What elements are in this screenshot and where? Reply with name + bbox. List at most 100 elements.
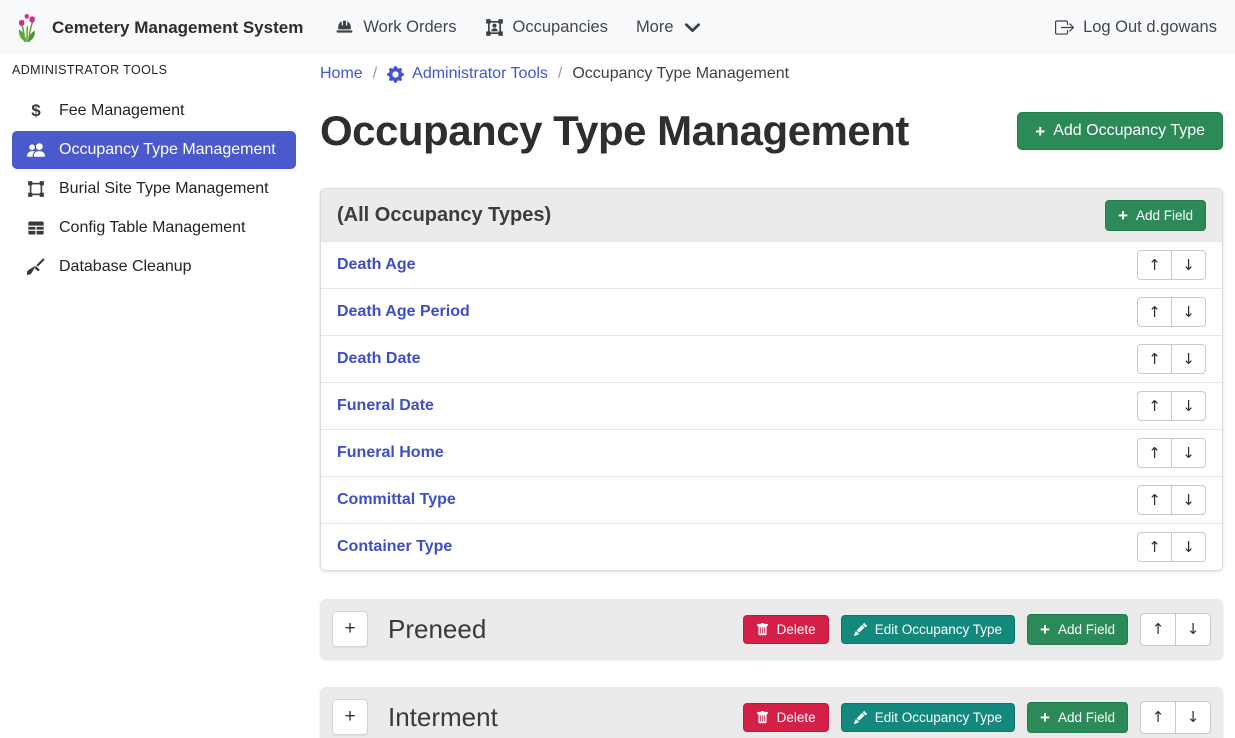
nav-item-work-orders[interactable]: Work Orders (321, 18, 470, 37)
up-arrow-icon: ↑ (1152, 620, 1165, 638)
expand-section-button[interactable]: + (332, 699, 368, 735)
breadcrumb-admin-tools-label: Administrator Tools (412, 65, 548, 83)
move-down-button[interactable]: ↓ (1175, 613, 1211, 646)
reorder-group: ↑↓ (1137, 391, 1206, 421)
move-up-button[interactable]: ↑ (1137, 250, 1172, 280)
move-down-button[interactable]: ↓ (1175, 701, 1211, 734)
plus-icon: + (1118, 207, 1128, 224)
field-link[interactable]: Death Date (337, 350, 421, 368)
move-down-button[interactable]: ↓ (1171, 485, 1206, 515)
breadcrumb-separator: / (558, 65, 562, 83)
down-arrow-icon: ↓ (1182, 350, 1195, 368)
up-arrow-icon: ↑ (1148, 538, 1161, 556)
edit-occupancy-type-button[interactable]: Edit Occupancy Type (841, 615, 1015, 644)
up-arrow-icon: ↑ (1148, 303, 1161, 321)
down-arrow-icon: ↓ (1182, 538, 1195, 556)
app-title: Cemetery Management System (52, 18, 303, 38)
field-row-funeral-date: Funeral Date ↑↓ (321, 382, 1222, 429)
down-arrow-icon: ↓ (1182, 491, 1195, 509)
logout-label: Log Out d.gowans (1083, 18, 1217, 37)
gear-icon (387, 66, 404, 83)
move-up-button[interactable]: ↑ (1137, 485, 1172, 515)
reorder-group: ↑↓ (1137, 485, 1206, 515)
hard-hat-icon (335, 18, 354, 37)
broom-icon (22, 258, 50, 276)
field-link[interactable]: Death Age Period (337, 303, 470, 321)
move-down-button[interactable]: ↓ (1171, 297, 1206, 327)
add-occupancy-type-button[interactable]: + Add Occupancy Type (1017, 112, 1223, 150)
field-row-committal-type: Committal Type↑↓ (321, 476, 1222, 523)
reorder-group: ↑ ↓ (1140, 701, 1211, 734)
section-title: Interment (388, 702, 498, 733)
nav-item-label: Occupancies (513, 18, 608, 37)
trash-icon (756, 623, 769, 636)
sidebar: ADMINISTRATOR TOOLS $Fee Management Occup… (0, 55, 308, 738)
section-title: Preneed (388, 614, 486, 645)
add-field-button[interactable]: + Add Field (1105, 200, 1206, 231)
plus-icon: + (344, 618, 355, 640)
sidebar-item-label: Burial Site Type Management (59, 180, 269, 198)
breadcrumb-admin-tools-link[interactable]: Administrator Tools (387, 65, 548, 83)
field-link[interactable]: Death Age (337, 256, 416, 274)
field-link[interactable]: Container Type (337, 538, 452, 556)
sidebar-item-burial-site-type-management[interactable]: Burial Site Type Management (12, 170, 296, 208)
move-down-button[interactable]: ↓ (1171, 250, 1206, 280)
nav-item-more[interactable]: More (622, 18, 716, 37)
field-row-death-age-period: Death Age Period↑↓ (321, 288, 1222, 335)
move-up-button[interactable]: ↑ (1137, 532, 1172, 562)
field-link[interactable]: Committal Type (337, 491, 456, 509)
occupancies-frame-icon (485, 18, 504, 37)
nav-item-occupancies[interactable]: Occupancies (471, 18, 622, 37)
move-up-button[interactable]: ↑ (1140, 613, 1176, 646)
move-down-button[interactable]: ↓ (1171, 344, 1206, 374)
reorder-group: ↑↓ (1137, 297, 1206, 327)
sidebar-item-config-table-management[interactable]: Config Table Management (12, 209, 296, 247)
sidebar-item-fee-management[interactable]: $Fee Management (12, 92, 296, 130)
pencil-icon (854, 623, 867, 636)
reorder-group: ↑↓ (1137, 438, 1206, 468)
field-row-death-date: Death Date ↑ ↓ (321, 335, 1222, 382)
move-up-button[interactable]: ↑ (1137, 297, 1172, 327)
plus-icon: + (1035, 123, 1045, 140)
sidebar-item-label: Fee Management (59, 102, 184, 120)
page-title: Occupancy Type Management (320, 103, 909, 159)
expand-section-button[interactable]: + (332, 611, 368, 647)
up-arrow-icon: ↑ (1148, 256, 1161, 274)
move-down-button[interactable]: ↓ (1171, 532, 1206, 562)
move-up-button[interactable]: ↑ (1137, 438, 1172, 468)
up-arrow-icon: ↑ (1148, 491, 1161, 509)
logout-link[interactable]: Log Out d.gowans (1041, 18, 1219, 37)
plus-icon: + (344, 706, 355, 728)
breadcrumb-current: Occupancy Type Management (572, 65, 789, 83)
down-arrow-icon: ↓ (1182, 256, 1195, 274)
move-up-button[interactable]: ↑ (1140, 701, 1176, 734)
breadcrumb: Home / Administrator Tools / Occupancy T… (320, 63, 1223, 85)
section-actions: Delete Edit Occupancy Type + Add Field ↑… (743, 701, 1211, 734)
users-icon (22, 141, 50, 159)
sidebar-item-database-cleanup[interactable]: Database Cleanup (12, 248, 296, 286)
reorder-group: ↑↓ (1137, 532, 1206, 562)
section-interment: + Interment Delete Edit Occupancy Type +… (320, 687, 1223, 738)
delete-button[interactable]: Delete (743, 703, 829, 732)
card-title: (All Occupancy Types) (337, 204, 551, 227)
sidebar-heading: ADMINISTRATOR TOOLS (0, 63, 308, 77)
sidebar-item-label: Occupancy Type Management (59, 141, 276, 159)
move-up-button[interactable]: ↑ (1137, 344, 1172, 374)
app-brand[interactable]: Cemetery Management System (16, 12, 303, 44)
main-content: Home / Administrator Tools / Occupancy T… (308, 55, 1235, 738)
delete-button[interactable]: Delete (743, 615, 829, 644)
field-link[interactable]: Funeral Home (337, 444, 444, 462)
field-link[interactable]: Funeral Date (337, 397, 434, 415)
edit-occupancy-type-label: Edit Occupancy Type (875, 622, 1002, 637)
move-down-button[interactable]: ↓ (1171, 438, 1206, 468)
sign-out-icon (1055, 18, 1074, 37)
move-down-button[interactable]: ↓ (1171, 391, 1206, 421)
add-field-button[interactable]: + Add Field (1027, 702, 1128, 733)
breadcrumb-home-link[interactable]: Home (320, 65, 363, 83)
edit-occupancy-type-button[interactable]: Edit Occupancy Type (841, 703, 1015, 732)
section-preneed: + Preneed Delete Edit Occupancy Type + A… (320, 599, 1223, 659)
delete-label: Delete (777, 710, 816, 725)
move-up-button[interactable]: ↑ (1137, 391, 1172, 421)
sidebar-item-occupancy-type-management[interactable]: Occupancy Type Management (12, 131, 296, 169)
add-field-button[interactable]: + Add Field (1027, 614, 1128, 645)
